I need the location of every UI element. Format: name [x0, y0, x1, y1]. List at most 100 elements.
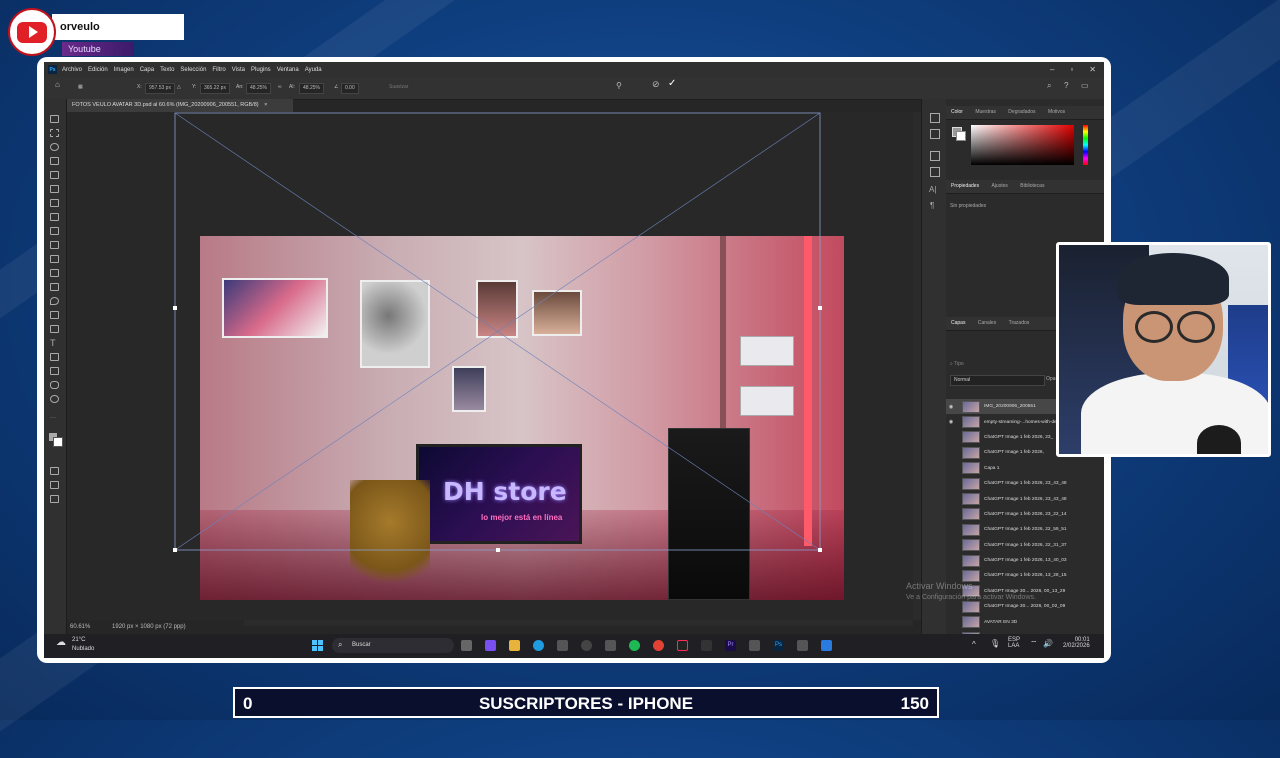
microphone-icon[interactable]: 🎙 — [990, 639, 1000, 648]
dodge-tool-icon[interactable] — [50, 311, 59, 319]
reference-point-icon[interactable]: ▦ — [78, 83, 83, 92]
edge-icon[interactable] — [533, 640, 544, 651]
fg-bg-swatches[interactable] — [952, 127, 966, 141]
pen-tool-icon[interactable] — [50, 325, 59, 333]
app-icon[interactable] — [821, 640, 832, 651]
history-icon[interactable] — [930, 113, 940, 123]
width-field[interactable]: 48.25% — [246, 83, 271, 94]
y-field[interactable]: 365.22 px — [200, 83, 230, 94]
color-picker-field[interactable] — [971, 125, 1074, 165]
puppet-warp-icon[interactable]: ⚲ — [616, 81, 622, 90]
zoom-tool-icon[interactable] — [50, 395, 59, 403]
home-icon[interactable]: ⌂ — [55, 80, 60, 89]
layer-row[interactable]: ChatGPT Image 1 feb 2026, 23_43_48 — [946, 476, 1104, 491]
eraser-tool-icon[interactable] — [50, 269, 59, 277]
tiktok-icon[interactable] — [677, 640, 688, 651]
app-icon[interactable] — [581, 640, 592, 651]
layer-row[interactable]: ChatGPT Image 1 feb 2026, 22_59_51 — [946, 522, 1104, 537]
visibility-eye-icon[interactable]: ◉ — [946, 404, 956, 410]
app-icon[interactable] — [605, 640, 616, 651]
app-icon[interactable] — [749, 640, 760, 651]
marquee-tool-icon[interactable] — [50, 129, 59, 137]
weather-icon[interactable]: ☁ — [56, 637, 66, 648]
more-tools-icon[interactable]: ··· — [50, 415, 59, 423]
canvas-area[interactable]: DH store lo mejor está en línea — [67, 112, 913, 620]
tab-paths[interactable]: Trazados — [1009, 320, 1030, 326]
menu-archivo[interactable]: Archivo — [62, 67, 82, 73]
maximize-icon[interactable]: ▫ — [1070, 65, 1073, 74]
paragraph-icon[interactable]: ¶ — [930, 201, 934, 210]
clock[interactable]: 00:01 2/02/2026 — [1063, 637, 1090, 649]
layer-row[interactable]: ChatGPT Image 1 feb 2026, 23_43_48 — [946, 491, 1104, 506]
copilot-icon[interactable] — [485, 640, 496, 651]
move-tool-icon[interactable] — [50, 115, 59, 123]
gradient-tool-icon[interactable] — [50, 283, 59, 291]
language-indicator[interactable]: ESP LAA — [1008, 637, 1020, 649]
object-select-tool-icon[interactable] — [50, 157, 59, 165]
menu-ayuda[interactable]: Ayuda — [305, 67, 322, 73]
transform-box[interactable] — [67, 112, 913, 620]
tab-swatches[interactable]: Muestras — [975, 109, 996, 115]
taskbar-search[interactable]: ⌕ Buscar — [332, 638, 454, 653]
comments-icon[interactable] — [930, 129, 940, 139]
character-icon[interactable]: A| — [929, 185, 936, 194]
menu-vista[interactable]: Vista — [232, 67, 245, 73]
tab-libraries[interactable]: Bibliotecas — [1020, 183, 1044, 189]
frame-tool-icon[interactable] — [50, 185, 59, 193]
link-icon[interactable]: △ — [177, 83, 181, 92]
brush-settings-icon[interactable] — [930, 151, 940, 161]
tab-layers[interactable]: Capas — [951, 320, 965, 326]
menu-edicion[interactable]: Edición — [88, 67, 108, 73]
healing-brush-icon[interactable] — [50, 213, 59, 221]
menu-texto[interactable]: Texto — [160, 67, 174, 73]
vertical-scrollbar[interactable] — [913, 112, 921, 620]
search-icon[interactable]: ⌕ — [1047, 81, 1051, 90]
chrome-icon[interactable] — [653, 640, 664, 651]
help-icon[interactable]: ? — [1064, 81, 1068, 90]
premiere-icon[interactable]: Pr — [725, 640, 736, 651]
chevron-up-icon[interactable]: ^ — [972, 640, 976, 649]
minimize-icon[interactable]: – — [1050, 65, 1054, 74]
layer-row[interactable]: Capa 1 — [946, 461, 1104, 476]
weather-temp[interactable]: 21°C — [72, 637, 85, 643]
zoom-level[interactable]: 60.61% — [70, 624, 90, 630]
background-color-icon[interactable] — [53, 437, 63, 447]
lasso-tool-icon[interactable] — [50, 143, 59, 151]
quick-mask-icon[interactable] — [50, 467, 59, 475]
wifi-icon[interactable]: ⌔ — [1030, 639, 1038, 649]
layer-row[interactable]: AVATAR EN 3D — [946, 614, 1104, 629]
hue-slider[interactable] — [1083, 125, 1088, 165]
workspace-icon[interactable]: ▭ — [1081, 81, 1089, 90]
volume-icon[interactable]: 🔊 — [1043, 639, 1053, 648]
task-view-icon[interactable] — [461, 640, 472, 651]
hand-tool-icon[interactable] — [50, 381, 59, 389]
stamp-tool-icon[interactable] — [50, 241, 59, 249]
tab-properties[interactable]: Propiedades — [951, 183, 979, 189]
eyedropper-tool-icon[interactable] — [50, 199, 59, 207]
cancel-transform-icon[interactable]: ⊘ — [652, 80, 660, 89]
blur-tool-icon[interactable] — [50, 297, 59, 305]
interpolation-label[interactable]: Suavizar — [389, 83, 408, 92]
path-select-icon[interactable] — [50, 353, 59, 361]
angle-field[interactable]: 0.00 — [341, 83, 359, 94]
history-brush-icon[interactable] — [50, 255, 59, 263]
menu-imagen[interactable]: Imagen — [114, 67, 134, 73]
menu-capa[interactable]: Capa — [140, 67, 154, 73]
menu-plugins[interactable]: Plugins — [251, 67, 271, 73]
chain-icon[interactable]: ∞ — [278, 83, 282, 92]
adjustments-icon[interactable] — [930, 167, 940, 177]
menu-filtro[interactable]: Filtro — [212, 67, 225, 73]
app-icon[interactable] — [797, 640, 808, 651]
rectangle-tool-icon[interactable] — [50, 367, 59, 375]
photoshop-taskbar-icon[interactable]: Ps — [773, 640, 784, 651]
layer-row[interactable]: ChatGPT Image 1 feb 2026, 23_22_14 — [946, 507, 1104, 522]
weather-desc[interactable]: Nublado — [72, 646, 94, 652]
edit-toolbar-icon[interactable] — [50, 495, 59, 503]
app-icon[interactable] — [701, 640, 712, 651]
tab-patterns[interactable]: Motivos — [1048, 109, 1065, 115]
layer-row[interactable]: ChatGPT Image 1 feb 2026, 13_40_03 — [946, 553, 1104, 568]
type-tool-icon[interactable]: T — [50, 339, 59, 348]
visibility-eye-icon[interactable]: ◉ — [946, 419, 956, 425]
screen-mode-icon[interactable] — [50, 481, 59, 489]
menu-seleccion[interactable]: Selección — [180, 67, 206, 73]
